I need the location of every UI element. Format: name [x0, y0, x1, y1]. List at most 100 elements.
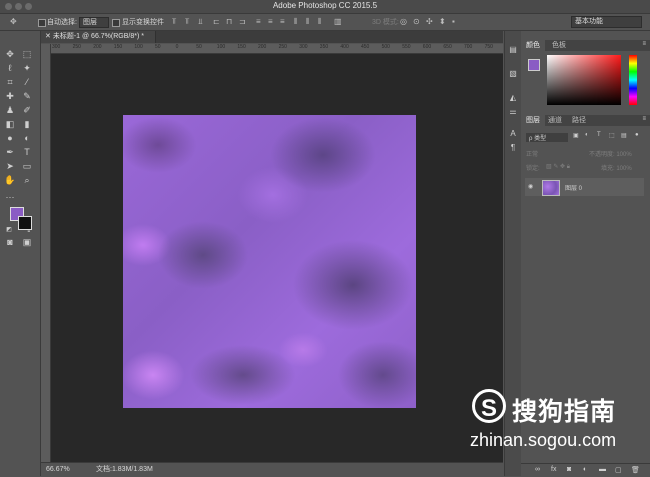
crop-icon[interactable]: ⌗: [4, 76, 16, 88]
tab-color[interactable]: 颜色: [521, 40, 545, 51]
status-bar: 66.67% 文档:1.83M/1.83M: [41, 462, 503, 477]
layer-filter-dropdown[interactable]: ρ 类型: [526, 133, 568, 142]
align-right-icon[interactable]: ⊐: [239, 17, 246, 26]
ruler-tick-label: 500: [381, 44, 390, 50]
screen-mode-icon[interactable]: ▣: [21, 236, 33, 248]
color-picker-field[interactable]: [547, 55, 621, 105]
libraries-icon[interactable]: ▧: [508, 69, 518, 79]
filter-pixel-icon[interactable]: ▣: [573, 132, 579, 139]
document-tab[interactable]: ✕ 未标题-1 @ 66.7%(RGB/8*) *: [41, 31, 156, 43]
horizontal-ruler[interactable]: 300 250 200 150 100 50 0 50 100 150 200 250 300 350 40…: [50, 44, 503, 54]
document-canvas-clouds[interactable]: [123, 115, 416, 408]
more-icon[interactable]: ···: [4, 191, 16, 203]
move-tool-preset-icon[interactable]: ✥: [10, 17, 17, 26]
history-icon[interactable]: ▤: [508, 45, 518, 55]
ruler-tick-label: 550: [402, 44, 411, 50]
healing-icon[interactable]: ✚: [4, 90, 16, 102]
tab-channels[interactable]: 通道: [543, 115, 567, 126]
workspace-dropdown[interactable]: 基本功能: [571, 16, 642, 28]
vertical-ruler[interactable]: [41, 44, 51, 462]
path-select-icon[interactable]: ➤: [4, 160, 16, 172]
shape-icon[interactable]: ▭: [21, 160, 33, 172]
hue-slider[interactable]: [629, 55, 637, 105]
3d-slide-icon[interactable]: ⬍: [439, 17, 446, 26]
auto-select-dropdown[interactable]: 图层: [79, 17, 109, 28]
dodge-icon[interactable]: ◐: [21, 132, 33, 144]
hand-icon[interactable]: ✋: [4, 174, 16, 186]
3d-rotate-icon[interactable]: ◎: [400, 17, 407, 26]
ruler-tick-label: 300: [52, 44, 61, 50]
show-transform-checkbox[interactable]: [112, 19, 120, 27]
panel-menu-icon[interactable]: ≡: [642, 41, 646, 47]
lock-icons[interactable]: ▧ ✎ ✥ 🔒︎: [546, 163, 570, 171]
default-colors-icon[interactable]: ◩: [3, 224, 15, 236]
character-icon[interactable]: A: [508, 129, 518, 139]
filter-toggle-icon[interactable]: ●: [635, 132, 639, 138]
quick-mask-icon[interactable]: ◙: [4, 236, 16, 248]
filter-shape-icon[interactable]: ⬚: [609, 132, 615, 139]
paragraph-icon[interactable]: ¶: [508, 143, 518, 153]
opacity-field[interactable]: 不透明度: 100%: [589, 149, 632, 158]
distribute-left-icon[interactable]: ⦀: [294, 17, 298, 27]
properties-icon[interactable]: ⚌: [508, 107, 518, 117]
marquee-icon[interactable]: ⬚: [21, 48, 33, 60]
ruler-tick-label: 150: [113, 44, 123, 50]
3d-roll-icon[interactable]: ⊙: [413, 17, 420, 26]
eyedropper-icon[interactable]: ⁄: [21, 76, 33, 88]
color-panel-fg-swatch[interactable]: [528, 59, 540, 71]
distribute-right-icon[interactable]: ⦀: [318, 17, 322, 27]
align-top-icon[interactable]: ⫪: [172, 17, 177, 27]
document-size-info[interactable]: 文档:1.83M/1.83M: [96, 463, 153, 476]
sogou-logo-icon: S: [472, 389, 506, 423]
visibility-eye-icon[interactable]: ◉: [528, 183, 533, 190]
lock-label: 锁定:: [526, 166, 540, 172]
tab-swatches[interactable]: 色板: [547, 40, 571, 51]
gradient-icon[interactable]: ▮: [21, 118, 33, 130]
blend-mode-dropdown[interactable]: 正常: [526, 149, 538, 158]
fill-field[interactable]: 填充: 100%: [601, 163, 632, 172]
type-icon[interactable]: T: [21, 146, 33, 158]
tab-paths[interactable]: 路径: [567, 115, 591, 126]
filter-type-icon[interactable]: T: [597, 132, 601, 138]
ruler-tick-label: 650: [443, 44, 452, 50]
ruler-tick-label: 200: [93, 44, 102, 50]
eraser-icon[interactable]: ◧: [4, 118, 16, 130]
align-vcenter-icon[interactable]: ⫪: [185, 17, 190, 27]
adjustments-icon[interactable]: ◭: [508, 93, 518, 103]
window-title: Adobe Photoshop CC 2015.5: [272, 1, 378, 10]
move-icon[interactable]: ✥: [4, 48, 16, 60]
ruler-tick-label: 350: [319, 44, 329, 50]
3d-scale-icon[interactable]: ▪: [452, 17, 455, 26]
background-color-swatch[interactable]: [18, 216, 32, 230]
distribute-vcenter-icon[interactable]: ≡: [268, 17, 273, 26]
layer-name[interactable]: 图层 0: [565, 183, 582, 192]
align-bottom-icon[interactable]: ⫫: [198, 17, 203, 27]
ruler-tick-label: 450: [361, 44, 370, 50]
tab-layers[interactable]: 图层: [521, 115, 545, 126]
3d-drag-icon[interactable]: ✣: [426, 17, 433, 26]
distribute-hcenter-icon[interactable]: ⦀: [306, 17, 310, 27]
distribute-bottom-icon[interactable]: ≡: [280, 17, 285, 26]
blur-icon[interactable]: ●: [4, 132, 16, 144]
auto-align-icon[interactable]: ▥: [334, 17, 342, 26]
layer-row[interactable]: ◉ 图层 0: [525, 178, 644, 196]
lasso-icon[interactable]: ℓ: [4, 62, 16, 74]
ruler-tick-label: 200: [258, 44, 267, 50]
align-left-icon[interactable]: ⊏: [213, 17, 220, 26]
close-tab-icon[interactable]: ✕: [45, 33, 51, 40]
pen-icon[interactable]: ✒: [4, 146, 16, 158]
brush-icon[interactable]: ✎: [21, 90, 33, 102]
stamp-icon[interactable]: ♟: [4, 104, 16, 116]
align-hcenter-icon[interactable]: ⊓: [226, 17, 232, 26]
distribute-top-icon[interactable]: ≡: [256, 17, 261, 26]
ruler-tick-label: 150: [237, 44, 246, 50]
layers-menu-icon[interactable]: ≡: [642, 116, 646, 122]
history-brush-icon[interactable]: ✐: [21, 104, 33, 116]
zoom-level[interactable]: 66.67%: [46, 463, 70, 476]
filter-adjust-icon[interactable]: ◐: [585, 132, 589, 138]
auto-select-checkbox[interactable]: [38, 19, 46, 27]
magic-wand-icon[interactable]: ✦: [21, 62, 33, 74]
filter-smart-icon[interactable]: ▤: [621, 132, 627, 139]
document-tab-label: 未标题-1 @ 66.7%(RGB/8*) *: [52, 33, 144, 40]
zoom-icon[interactable]: ⌕: [21, 174, 33, 186]
